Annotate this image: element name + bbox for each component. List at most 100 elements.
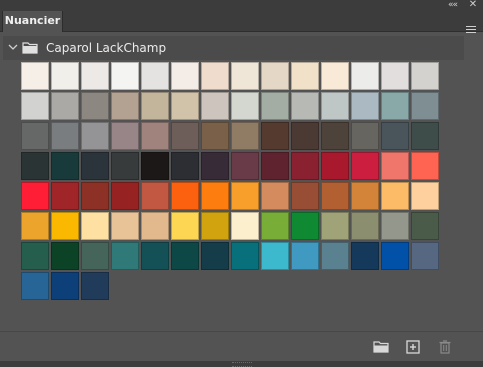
color-swatch[interactable]	[411, 62, 439, 90]
color-swatch[interactable]	[111, 152, 139, 180]
color-swatch[interactable]	[411, 152, 439, 180]
color-swatch[interactable]	[51, 62, 79, 90]
color-swatch[interactable]	[291, 152, 319, 180]
color-swatch[interactable]	[411, 212, 439, 240]
color-swatch[interactable]	[411, 182, 439, 210]
color-swatch[interactable]	[111, 242, 139, 270]
color-swatch[interactable]	[201, 182, 229, 210]
color-swatch[interactable]	[261, 152, 289, 180]
color-swatch[interactable]	[351, 242, 379, 270]
color-swatch[interactable]	[261, 122, 289, 150]
color-swatch[interactable]	[171, 242, 199, 270]
color-swatch[interactable]	[21, 212, 49, 240]
color-swatch[interactable]	[411, 122, 439, 150]
color-swatch[interactable]	[351, 152, 379, 180]
color-swatch[interactable]	[81, 62, 109, 90]
color-swatch[interactable]	[111, 212, 139, 240]
color-swatch[interactable]	[141, 182, 169, 210]
color-swatch[interactable]	[171, 92, 199, 120]
color-swatch[interactable]	[21, 92, 49, 120]
color-swatch[interactable]	[381, 122, 409, 150]
color-swatch[interactable]	[321, 92, 349, 120]
color-swatch[interactable]	[81, 182, 109, 210]
color-swatch[interactable]	[291, 182, 319, 210]
color-swatch[interactable]	[411, 242, 439, 270]
color-swatch[interactable]	[201, 62, 229, 90]
trash-icon[interactable]	[437, 339, 453, 355]
color-swatch[interactable]	[51, 212, 79, 240]
color-swatch[interactable]	[171, 182, 199, 210]
color-swatch[interactable]	[141, 62, 169, 90]
color-swatch[interactable]	[231, 62, 259, 90]
color-swatch[interactable]	[51, 272, 79, 300]
color-swatch[interactable]	[351, 212, 379, 240]
color-swatch[interactable]	[261, 62, 289, 90]
color-swatch[interactable]	[231, 182, 259, 210]
swatch-group-header[interactable]: Caparol LackChamp	[3, 36, 464, 60]
close-panel-icon[interactable]: ✕	[467, 0, 479, 10]
color-swatch[interactable]	[51, 92, 79, 120]
color-swatch[interactable]	[171, 212, 199, 240]
color-swatch[interactable]	[231, 212, 259, 240]
color-swatch[interactable]	[21, 242, 49, 270]
color-swatch[interactable]	[111, 122, 139, 150]
color-swatch[interactable]	[81, 122, 109, 150]
color-swatch[interactable]	[81, 152, 109, 180]
color-swatch[interactable]	[381, 92, 409, 120]
folder-icon[interactable]	[373, 339, 389, 355]
color-swatch[interactable]	[381, 62, 409, 90]
color-swatch[interactable]	[171, 122, 199, 150]
color-swatch[interactable]	[141, 152, 169, 180]
color-swatch[interactable]	[381, 152, 409, 180]
color-swatch[interactable]	[111, 92, 139, 120]
color-swatch[interactable]	[381, 242, 409, 270]
color-swatch[interactable]	[231, 122, 259, 150]
color-swatch[interactable]	[261, 212, 289, 240]
color-swatch[interactable]	[51, 152, 79, 180]
chevron-down-icon[interactable]	[8, 43, 18, 51]
color-swatch[interactable]	[81, 212, 109, 240]
color-swatch[interactable]	[291, 62, 319, 90]
color-swatch[interactable]	[51, 182, 79, 210]
color-swatch[interactable]	[201, 212, 229, 240]
hamburger-menu-icon[interactable]	[465, 26, 477, 36]
color-swatch[interactable]	[201, 122, 229, 150]
color-swatch[interactable]	[291, 212, 319, 240]
color-swatch[interactable]	[201, 92, 229, 120]
collapse-panels-icon[interactable]: ««	[448, 1, 464, 10]
color-swatch[interactable]	[291, 92, 319, 120]
color-swatch[interactable]	[381, 182, 409, 210]
color-swatch[interactable]	[171, 62, 199, 90]
color-swatch[interactable]	[291, 122, 319, 150]
color-swatch[interactable]	[321, 62, 349, 90]
color-swatch[interactable]	[351, 92, 379, 120]
color-swatch[interactable]	[291, 242, 319, 270]
color-swatch[interactable]	[141, 212, 169, 240]
color-swatch[interactable]	[141, 242, 169, 270]
color-swatch[interactable]	[111, 182, 139, 210]
color-swatch[interactable]	[231, 92, 259, 120]
color-swatch[interactable]	[21, 272, 49, 300]
color-swatch[interactable]	[351, 122, 379, 150]
color-swatch[interactable]	[51, 122, 79, 150]
color-swatch[interactable]	[261, 242, 289, 270]
color-swatch[interactable]	[81, 92, 109, 120]
add-square-icon[interactable]	[405, 339, 421, 355]
color-swatch[interactable]	[321, 212, 349, 240]
color-swatch[interactable]	[321, 122, 349, 150]
color-swatch[interactable]	[81, 242, 109, 270]
color-swatch[interactable]	[201, 242, 229, 270]
color-swatch[interactable]	[141, 92, 169, 120]
color-swatch[interactable]	[261, 182, 289, 210]
color-swatch[interactable]	[201, 152, 229, 180]
tab-nuancier[interactable]: Nuancier	[2, 11, 63, 32]
color-swatch[interactable]	[141, 122, 169, 150]
color-swatch[interactable]	[21, 122, 49, 150]
color-swatch[interactable]	[81, 272, 109, 300]
color-swatch[interactable]	[21, 152, 49, 180]
color-swatch[interactable]	[321, 152, 349, 180]
color-swatch[interactable]	[411, 92, 439, 120]
color-swatch[interactable]	[231, 152, 259, 180]
color-swatch[interactable]	[261, 92, 289, 120]
color-swatch[interactable]	[21, 62, 49, 90]
